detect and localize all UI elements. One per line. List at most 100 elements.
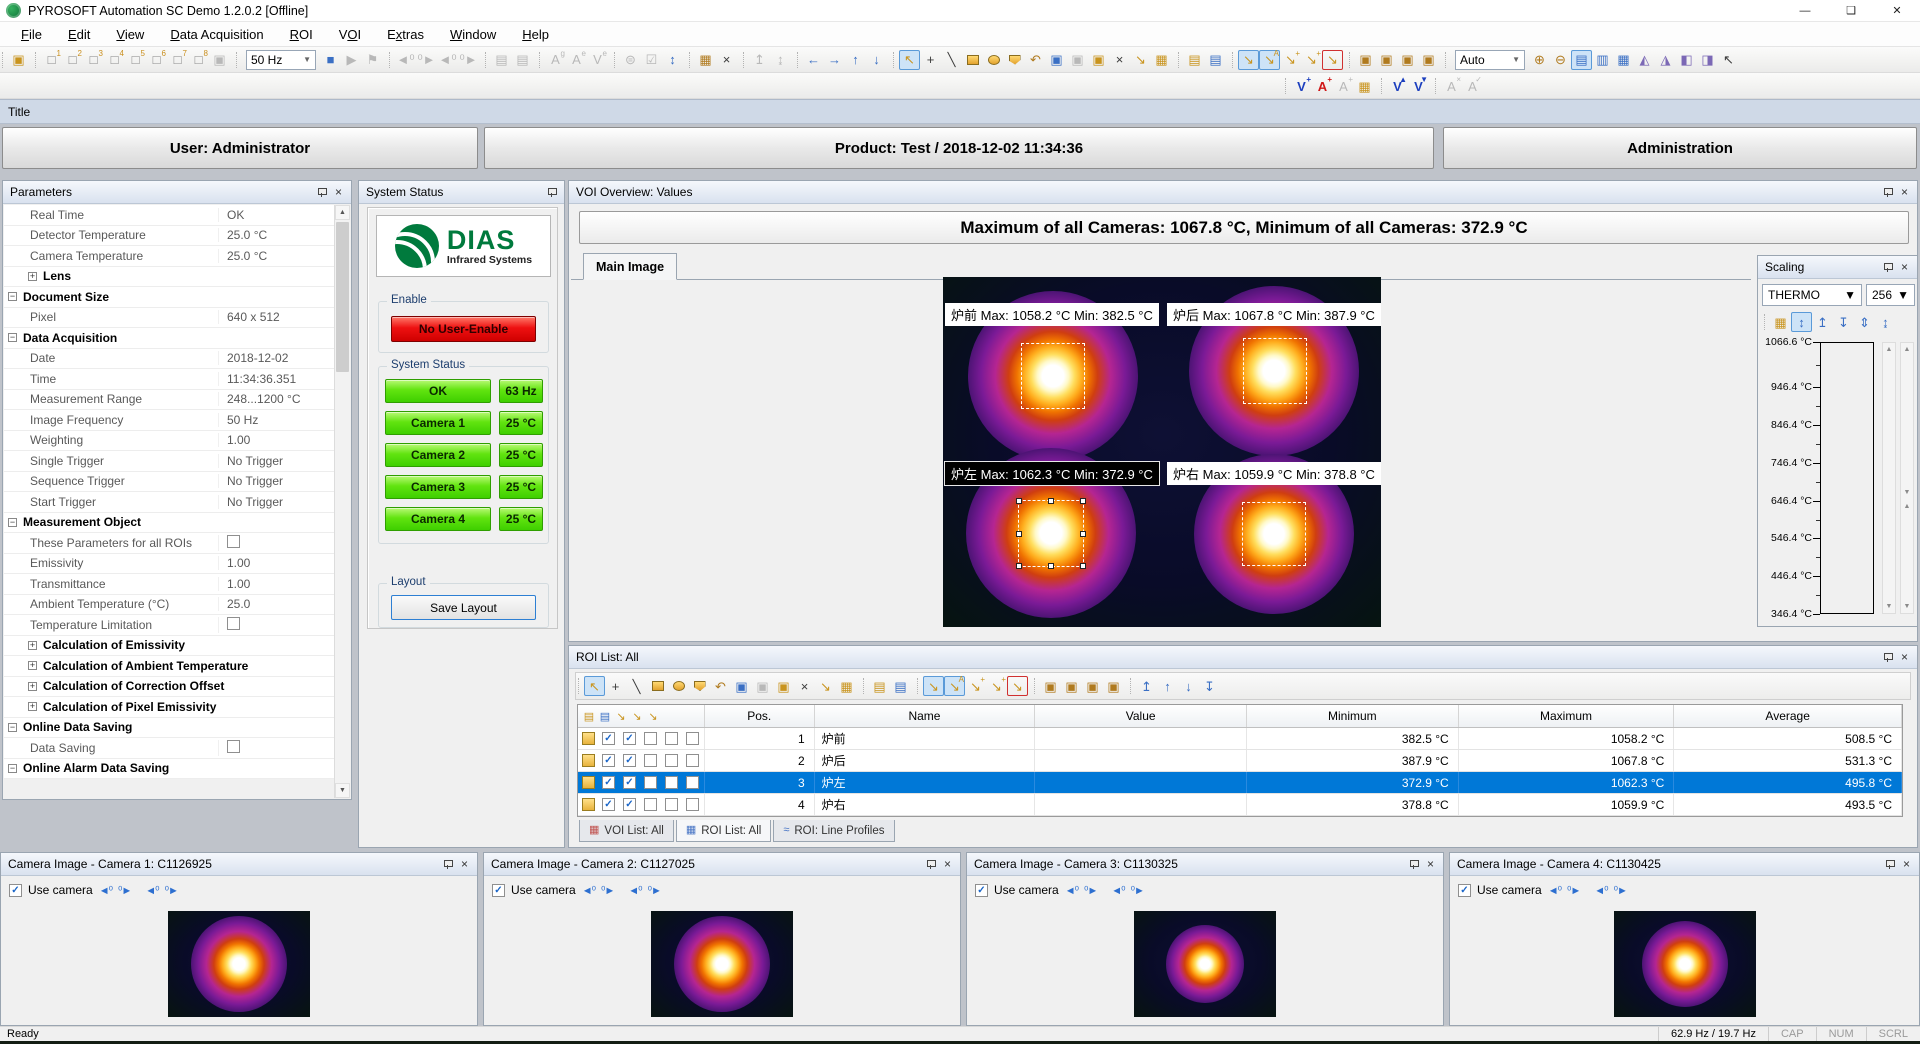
roi-overlay-label[interactable]: 炉前 Max: 1058.2 °C Min: 382.5 °C [945, 303, 1159, 326]
parameter-row[interactable]: Weighting1.00 [4, 431, 334, 452]
audio-forward-a-icon[interactable]: ⁰► [1567, 884, 1580, 897]
parameter-row[interactable]: Image Frequency50 Hz [4, 410, 334, 431]
scroll-up-icon[interactable]: ▲ [1883, 346, 1895, 353]
properties-icon[interactable]: ▦ [1151, 50, 1172, 70]
parameter-row[interactable]: Emissivity1.00 [4, 554, 334, 575]
pin-icon[interactable] [313, 184, 330, 201]
select-arrow-icon[interactable]: ↘ [1130, 50, 1151, 70]
roi-overlay-label[interactable]: 炉右 Max: 1059.9 °C Min: 378.8 °C [1167, 462, 1381, 485]
use-camera-checkbox[interactable] [975, 884, 988, 897]
zoom-out-icon[interactable]: ⊖ [1550, 50, 1571, 70]
roi-table-row[interactable]: 3炉左372.9 °C1062.3 °C495.8 °C [578, 772, 1902, 794]
audio-forward-b-icon[interactable]: ⁰► [648, 884, 661, 897]
roi-table-row[interactable]: 4炉右378.8 °C1059.9 °C493.5 °C [578, 794, 1902, 816]
maximize-button[interactable]: ❑ [1828, 0, 1874, 21]
audio-back-b-icon[interactable]: ◄⁰ [1111, 884, 1124, 897]
line-tool-icon[interactable]: ╲ [941, 50, 962, 70]
polygon-tool-icon[interactable] [1004, 50, 1025, 70]
audio-forward-b-icon[interactable]: ⁰► [1131, 884, 1144, 897]
checkbox[interactable] [665, 754, 678, 767]
roi-export-icon[interactable]: ▤ [890, 676, 911, 696]
save-snapshot-icon[interactable]: ▤ [512, 50, 533, 70]
frequency-combo[interactable]: 50 Hz▼ [246, 50, 316, 70]
audio-forward-b-icon[interactable]: ⁰► [165, 884, 178, 897]
parameter-row[interactable]: +Lens [4, 267, 334, 288]
import-roi-icon[interactable]: ▤ [1184, 50, 1205, 70]
pin-icon[interactable] [1879, 184, 1896, 201]
voi-save-icon[interactable]: V▼ [1408, 76, 1429, 96]
align-middle-icon[interactable]: ↨ [770, 50, 791, 70]
parameter-row[interactable]: −Online Alarm Data Saving [4, 759, 334, 780]
scrollbar-thumb[interactable] [336, 222, 349, 372]
play-icon[interactable]: ▶ [341, 50, 362, 70]
bring-forward-icon[interactable]: ▣ [1397, 50, 1418, 70]
expand-icon[interactable]: + [28, 682, 37, 691]
levels-select[interactable]: 256▼ [1866, 284, 1915, 306]
annotation-a-icon[interactable]: Ag [545, 50, 566, 70]
audio-forward-a-icon[interactable]: ⁰► [1084, 884, 1097, 897]
flag-icon[interactable]: ⚑ [362, 50, 383, 70]
window-layout-6-icon[interactable]: □6 [146, 50, 167, 70]
copy-icon[interactable]: ▣ [1046, 50, 1067, 70]
roi-polygon-tool-icon[interactable] [689, 676, 710, 696]
status-button-camera-3[interactable]: Camera 3 [385, 475, 491, 499]
actual-size-icon[interactable]: ▥ [1592, 50, 1613, 70]
rect-tool-icon[interactable] [962, 50, 983, 70]
roi-send-back-icon[interactable]: ▣ [1061, 676, 1082, 696]
link-icon[interactable]: ⊜ [620, 50, 641, 70]
close-icon[interactable]: × [1898, 856, 1915, 873]
parameter-row[interactable]: Single TriggerNo Trigger [4, 451, 334, 472]
duplicate-icon[interactable]: ▣ [1088, 50, 1109, 70]
roi-mini-add-icon[interactable]: ↘ [645, 709, 661, 724]
roi-region-1[interactable] [1021, 343, 1085, 409]
roi-paste-icon[interactable]: ▣ [752, 676, 773, 696]
checkbox[interactable] [602, 754, 615, 767]
roi-move-icon[interactable]: ↘ [1238, 50, 1259, 70]
roi-frame-icon[interactable]: ↘ [1322, 50, 1343, 70]
scaling-auto-icon[interactable]: ↕ [1791, 312, 1812, 332]
parameter-row[interactable]: Sequence TriggerNo Trigger [4, 472, 334, 493]
select-tool-icon[interactable]: ↖ [899, 50, 920, 70]
parameter-row[interactable]: Measurement Range248...1200 °C [4, 390, 334, 411]
window-layout-7-icon[interactable]: □7 [167, 50, 188, 70]
roi-region-3[interactable] [1018, 500, 1084, 567]
window-layout-8-icon[interactable]: □8 [188, 50, 209, 70]
scaling-max-icon[interactable]: ↥ [1812, 312, 1833, 332]
scale-max-scrollbar[interactable]: ▲ ▼ [1882, 342, 1896, 614]
user-enable-button[interactable]: No User-Enable [391, 316, 536, 342]
close-icon[interactable]: × [1896, 184, 1913, 201]
order-top-icon[interactable]: ↥ [1136, 676, 1157, 696]
alarm-ack-icon[interactable]: A✓ [1462, 76, 1483, 96]
roi-bring-front-icon[interactable]: ▣ [1040, 676, 1061, 696]
rotate-right-icon[interactable]: ◮ [1655, 50, 1676, 70]
status-button-camera-1[interactable]: Camera 1 [385, 411, 491, 435]
parameter-row[interactable]: Pixel640 x 512 [4, 308, 334, 329]
roi-table-row[interactable]: 1炉前382.5 °C1058.2 °C508.5 °C [578, 728, 1902, 750]
collapse-icon[interactable]: − [8, 764, 17, 773]
scroll-down-icon[interactable]: ▼ [1901, 603, 1913, 610]
roi-frame2-icon[interactable]: ↘ [1007, 676, 1028, 696]
scroll-down-icon[interactable]: ▼ [1883, 603, 1895, 610]
apply-icon[interactable]: ☑ [641, 50, 662, 70]
checkbox[interactable] [227, 535, 240, 548]
roi-select-tool-icon[interactable]: ↖ [584, 676, 605, 696]
window-layout-4-icon[interactable]: □4 [104, 50, 125, 70]
parameter-row[interactable]: Time11:34:36.351 [4, 369, 334, 390]
roi-send-backward-icon[interactable]: ▣ [1103, 676, 1124, 696]
column-header-maximum[interactable]: Maximum [1459, 705, 1675, 727]
scaling-expand-icon[interactable]: ⇕ [1854, 312, 1875, 332]
stop-icon[interactable]: ■ [320, 50, 341, 70]
export-roi-icon[interactable]: ▤ [1205, 50, 1226, 70]
pin-icon[interactable] [1879, 649, 1896, 666]
checkbox[interactable] [644, 798, 657, 811]
scroll-down-icon[interactable]: ▼ [1901, 489, 1913, 496]
status-button-camera-4[interactable]: Camera 4 [385, 507, 491, 531]
close-icon[interactable]: × [456, 856, 473, 873]
scale-min-scrollbar[interactable]: ▲ ▼ ▲ ▼ [1900, 342, 1914, 614]
menu-data-acquisition[interactable]: Data Acquisition [157, 24, 276, 45]
expand-icon[interactable]: + [28, 702, 37, 711]
grid-copy-icon[interactable]: ▦ [695, 50, 716, 70]
menu-file[interactable]: File [8, 24, 55, 45]
audio-back-b-icon[interactable]: ◄⁰ [145, 884, 158, 897]
status-button-camera-2[interactable]: Camera 2 [385, 443, 491, 467]
